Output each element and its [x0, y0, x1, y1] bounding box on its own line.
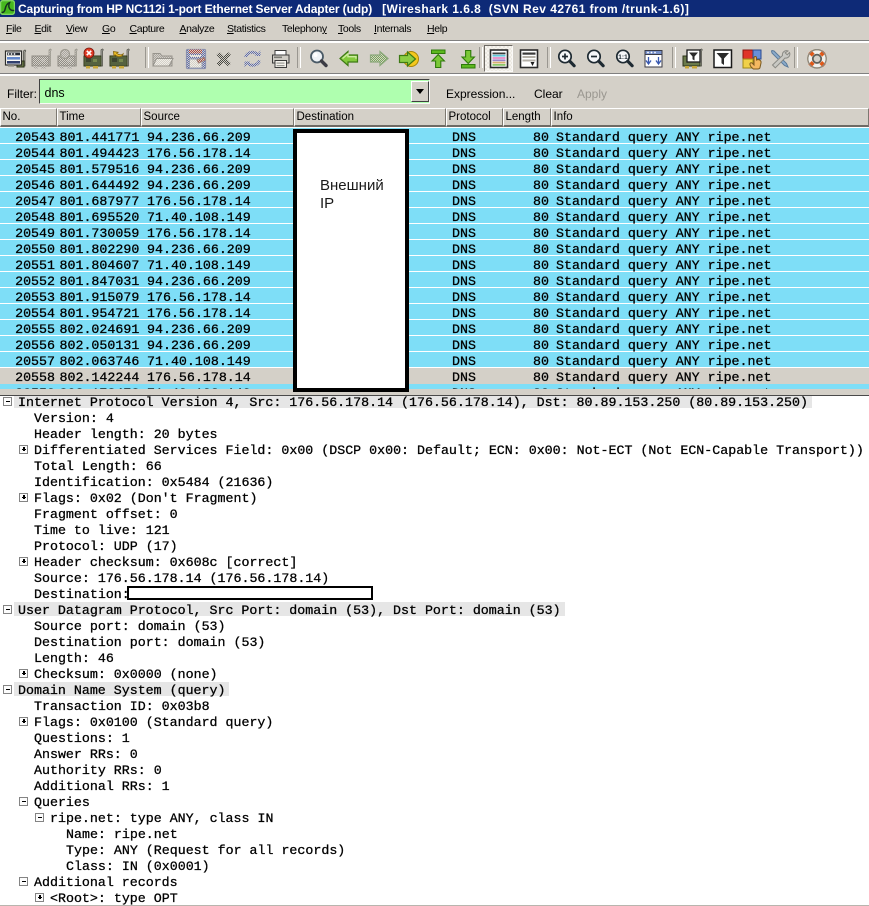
svg-text:1:1: 1:1: [618, 54, 628, 61]
